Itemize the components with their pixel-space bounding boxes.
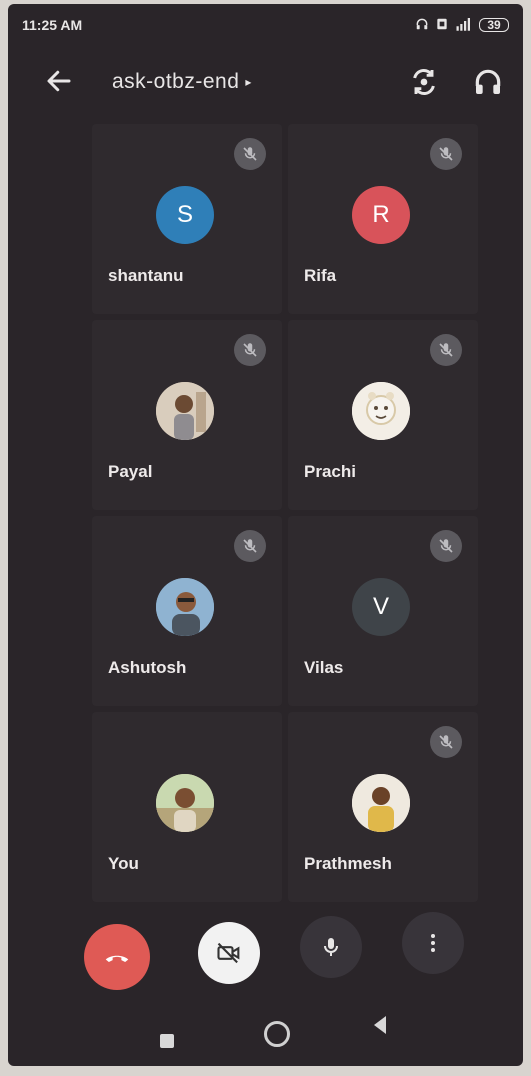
- participant-tile-shantanu[interactable]: S shantanu: [92, 124, 282, 314]
- meeting-code: ask-otbz-end: [112, 70, 240, 93]
- meeting-title[interactable]: ask-otbz-end ▸: [112, 70, 252, 94]
- avatar-photo: [156, 774, 214, 832]
- mic-off-icon: [234, 530, 266, 562]
- status-icons: 39: [415, 17, 509, 34]
- camera-off-icon: [217, 942, 240, 964]
- more-vert-icon: [431, 934, 435, 952]
- avatar-initial: S: [176, 201, 193, 228]
- participant-name: shantanu: [108, 266, 184, 285]
- participant-name: Ashutosh: [108, 658, 187, 677]
- avatar: V: [352, 578, 410, 636]
- phone-hangup-icon: [105, 955, 129, 962]
- mic-off-icon: [430, 334, 462, 366]
- sim-icon: [435, 17, 449, 34]
- participant-tile-prachi[interactable]: Prachi: [288, 320, 478, 510]
- participant-tile-payal[interactable]: Payal: [92, 320, 282, 510]
- participant-name: Prachi: [304, 462, 356, 481]
- battery-icon: 39: [479, 18, 509, 32]
- participant-tile-you[interactable]: You: [92, 712, 282, 902]
- avatar-photo: [156, 578, 214, 636]
- recents-icon[interactable]: [160, 1034, 174, 1048]
- back-icon[interactable]: [374, 1016, 386, 1034]
- back-arrow-icon[interactable]: [44, 66, 74, 96]
- camera-toggle-button[interactable]: [198, 922, 260, 984]
- avatar-initial: R: [372, 201, 390, 228]
- participant-name: Prathmesh: [304, 854, 392, 873]
- headphones-icon[interactable]: [472, 66, 504, 98]
- avatar-photo: [352, 774, 410, 832]
- participant-name: Payal: [108, 462, 153, 481]
- avatar-photo: [156, 382, 214, 440]
- mic-off-icon: [234, 334, 266, 366]
- participant-tile-vilas[interactable]: V Vilas: [288, 516, 478, 706]
- end-call-button[interactable]: [84, 924, 150, 990]
- more-options-button[interactable]: [402, 912, 464, 974]
- status-bar: 11:25 AM 39: [8, 4, 523, 46]
- top-bar: ask-otbz-end ▸: [8, 54, 523, 110]
- avatar-initial: V: [372, 593, 389, 620]
- mic-off-icon: [430, 726, 462, 758]
- avatar: R: [352, 186, 410, 244]
- mic-off-icon: [430, 530, 462, 562]
- status-time: 11:25 AM: [22, 17, 83, 33]
- signal-icon: [455, 17, 473, 34]
- mic-icon: [324, 938, 338, 956]
- call-controls: [8, 912, 523, 992]
- home-icon[interactable]: [264, 1021, 290, 1047]
- system-nav-bar: [8, 1004, 523, 1054]
- participant-name: Rifa: [304, 266, 337, 285]
- switch-camera-icon[interactable]: [408, 66, 440, 98]
- meet-call-screen: 11:25 AM 39 ask-otbz-end ▸ S shantanu R …: [8, 4, 523, 1066]
- chevron-right-icon: ▸: [245, 75, 252, 89]
- mic-off-icon: [234, 138, 266, 170]
- participant-tile-ashutosh[interactable]: Ashutosh: [92, 516, 282, 706]
- avatar-photo: [352, 382, 410, 440]
- participant-grid: S shantanu R Rifa Payal Prachi Ashutosh …: [92, 124, 488, 902]
- participant-name: You: [108, 854, 139, 873]
- battery-level: 39: [487, 18, 501, 32]
- headphone-status-icon: [415, 17, 429, 34]
- mic-toggle-button[interactable]: [300, 916, 362, 978]
- avatar: S: [156, 186, 214, 244]
- participant-tile-rifa[interactable]: R Rifa: [288, 124, 478, 314]
- participant-tile-prathmesh[interactable]: Prathmesh: [288, 712, 478, 902]
- participant-name: Vilas: [304, 658, 344, 677]
- mic-off-icon: [430, 138, 462, 170]
